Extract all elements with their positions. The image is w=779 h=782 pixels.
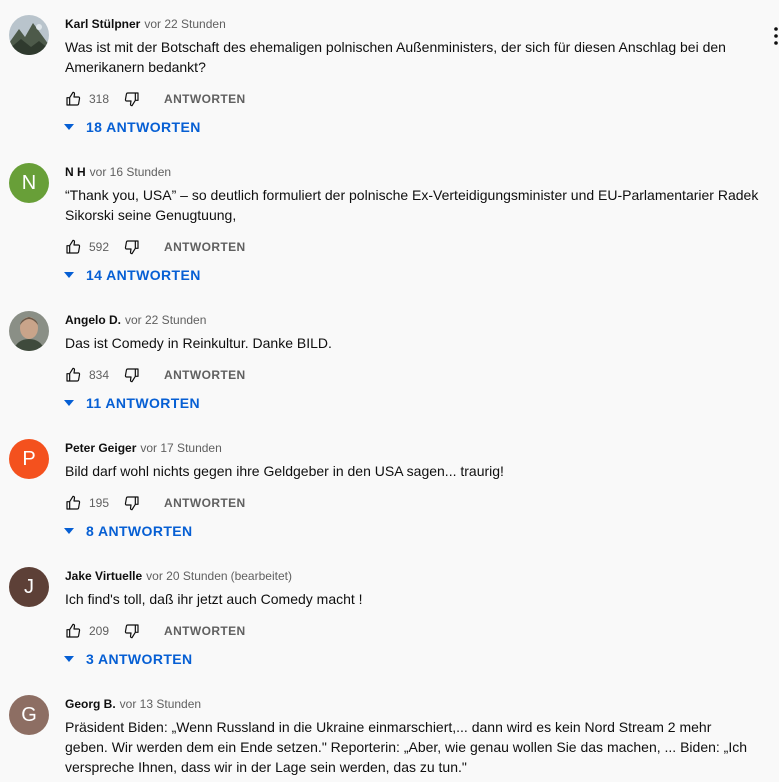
like-button[interactable]: [65, 367, 81, 383]
avatar-letter: G: [21, 703, 37, 726]
reply-button[interactable]: ANTWORTEN: [164, 496, 246, 510]
timestamp[interactable]: vor 13 Stunden: [120, 697, 201, 711]
caret-down-icon: [64, 124, 74, 130]
thumbs-up-icon: [66, 239, 81, 254]
like-count: 318: [89, 92, 110, 106]
thumbs-down-icon: [124, 92, 139, 107]
thumbs-down-icon: [124, 368, 139, 383]
comment-header: Angelo D. vor 22 Stunden: [65, 312, 206, 328]
dislike-button[interactable]: [124, 239, 140, 255]
thumbs-down-icon: [124, 496, 139, 511]
comment-text: “Thank you, USA” – so deutlich formulier…: [65, 187, 759, 223]
comment-header: Georg B. vor 13 Stunden: [65, 696, 201, 712]
author-name[interactable]: Georg B.: [65, 697, 116, 711]
like-count: 592: [89, 240, 110, 254]
dislike-button[interactable]: [124, 495, 140, 511]
author-name[interactable]: Peter Geiger: [65, 441, 136, 455]
timestamp[interactable]: vor 16 Stunden: [90, 165, 171, 179]
view-replies-button[interactable]: 11 ANTWORTEN: [64, 395, 200, 411]
replies-count-label: 14 ANTWORTEN: [86, 267, 201, 283]
avatar[interactable]: N: [9, 163, 49, 203]
avatar-letter: N: [21, 171, 37, 194]
thumbs-up-icon: [66, 495, 81, 510]
caret-down-icon: [64, 400, 74, 406]
like-count: 209: [89, 624, 110, 638]
vertical-dots-icon: [774, 27, 778, 45]
avatar[interactable]: P: [9, 439, 49, 479]
comment-text: Ich find's toll, daß ihr jetzt auch Come…: [65, 591, 363, 607]
view-replies-button[interactable]: 18 ANTWORTEN: [64, 119, 201, 135]
comment-text: Was ist mit der Botschaft des ehemaligen…: [65, 39, 726, 75]
comment-header: Karl Stülpner vor 22 Stunden: [65, 16, 226, 32]
author-name[interactable]: Angelo D.: [65, 313, 121, 327]
edited-label: (bearbeitet): [230, 569, 292, 583]
thumbs-up-icon: [66, 623, 81, 638]
avatar-letter: P: [22, 447, 36, 470]
caret-down-icon: [64, 656, 74, 662]
landscape-photo-avatar-icon: [9, 15, 49, 55]
thumbs-down-icon: [124, 240, 139, 255]
author-name[interactable]: N H: [65, 165, 86, 179]
avatar-letter: J: [24, 575, 34, 598]
timestamp[interactable]: vor 20 Stunden: [146, 569, 227, 583]
like-count: 834: [89, 368, 110, 382]
more-actions-button[interactable]: [773, 26, 779, 46]
action-bar: 834 ANTWORTEN: [65, 366, 246, 384]
dislike-button[interactable]: [124, 367, 140, 383]
avatar[interactable]: J: [9, 567, 49, 607]
comment-text: Das ist Comedy in Reinkultur. Danke BILD…: [65, 335, 332, 351]
view-replies-button[interactable]: 8 ANTWORTEN: [64, 523, 193, 539]
replies-count-label: 11 ANTWORTEN: [86, 395, 200, 411]
view-replies-button[interactable]: 14 ANTWORTEN: [64, 267, 201, 283]
caret-down-icon: [64, 528, 74, 534]
comment-text: Präsident Biden: „Wenn Russland in die U…: [65, 719, 748, 775]
avatar[interactable]: [9, 15, 49, 55]
avatar[interactable]: G: [9, 695, 49, 735]
comment-list: Karl Stülpner vor 22 Stunden Was ist mit …: [0, 0, 779, 782]
dislike-button[interactable]: [124, 623, 140, 639]
action-bar: 592 ANTWORTEN: [65, 238, 246, 256]
avatar[interactable]: [9, 311, 49, 351]
like-button[interactable]: [65, 91, 81, 107]
action-bar: 318 ANTWORTEN: [65, 90, 246, 108]
replies-count-label: 3 ANTWORTEN: [86, 651, 193, 667]
comment-header: Peter Geiger vor 17 Stunden: [65, 440, 222, 456]
reply-button[interactable]: ANTWORTEN: [164, 240, 246, 254]
thumbs-up-icon: [66, 91, 81, 106]
thumbs-down-icon: [124, 624, 139, 639]
reply-button[interactable]: ANTWORTEN: [164, 92, 246, 106]
person-photo-avatar-icon: [9, 311, 49, 351]
comment-header: N H vor 16 Stunden: [65, 164, 171, 180]
like-button[interactable]: [65, 239, 81, 255]
author-name[interactable]: Karl Stülpner: [65, 17, 140, 31]
caret-down-icon: [64, 272, 74, 278]
view-replies-button[interactable]: 3 ANTWORTEN: [64, 651, 193, 667]
timestamp[interactable]: vor 22 Stunden: [144, 17, 225, 31]
like-count: 195: [89, 496, 110, 510]
reply-button[interactable]: ANTWORTEN: [164, 368, 246, 382]
thumbs-up-icon: [66, 367, 81, 382]
comment-header: Jake Virtuelle vor 20 Stunden (bearbeitet): [65, 568, 292, 584]
reply-button[interactable]: ANTWORTEN: [164, 624, 246, 638]
action-bar: 209 ANTWORTEN: [65, 622, 246, 640]
timestamp[interactable]: vor 22 Stunden: [125, 313, 206, 327]
comment-text: Bild darf wohl nichts gegen ihre Geldgeb…: [65, 463, 504, 479]
author-name[interactable]: Jake Virtuelle: [65, 569, 142, 583]
like-button[interactable]: [65, 495, 81, 511]
replies-count-label: 18 ANTWORTEN: [86, 119, 201, 135]
action-bar: 195 ANTWORTEN: [65, 494, 246, 512]
timestamp[interactable]: vor 17 Stunden: [140, 441, 221, 455]
replies-count-label: 8 ANTWORTEN: [86, 523, 193, 539]
like-button[interactable]: [65, 623, 81, 639]
dislike-button[interactable]: [124, 91, 140, 107]
